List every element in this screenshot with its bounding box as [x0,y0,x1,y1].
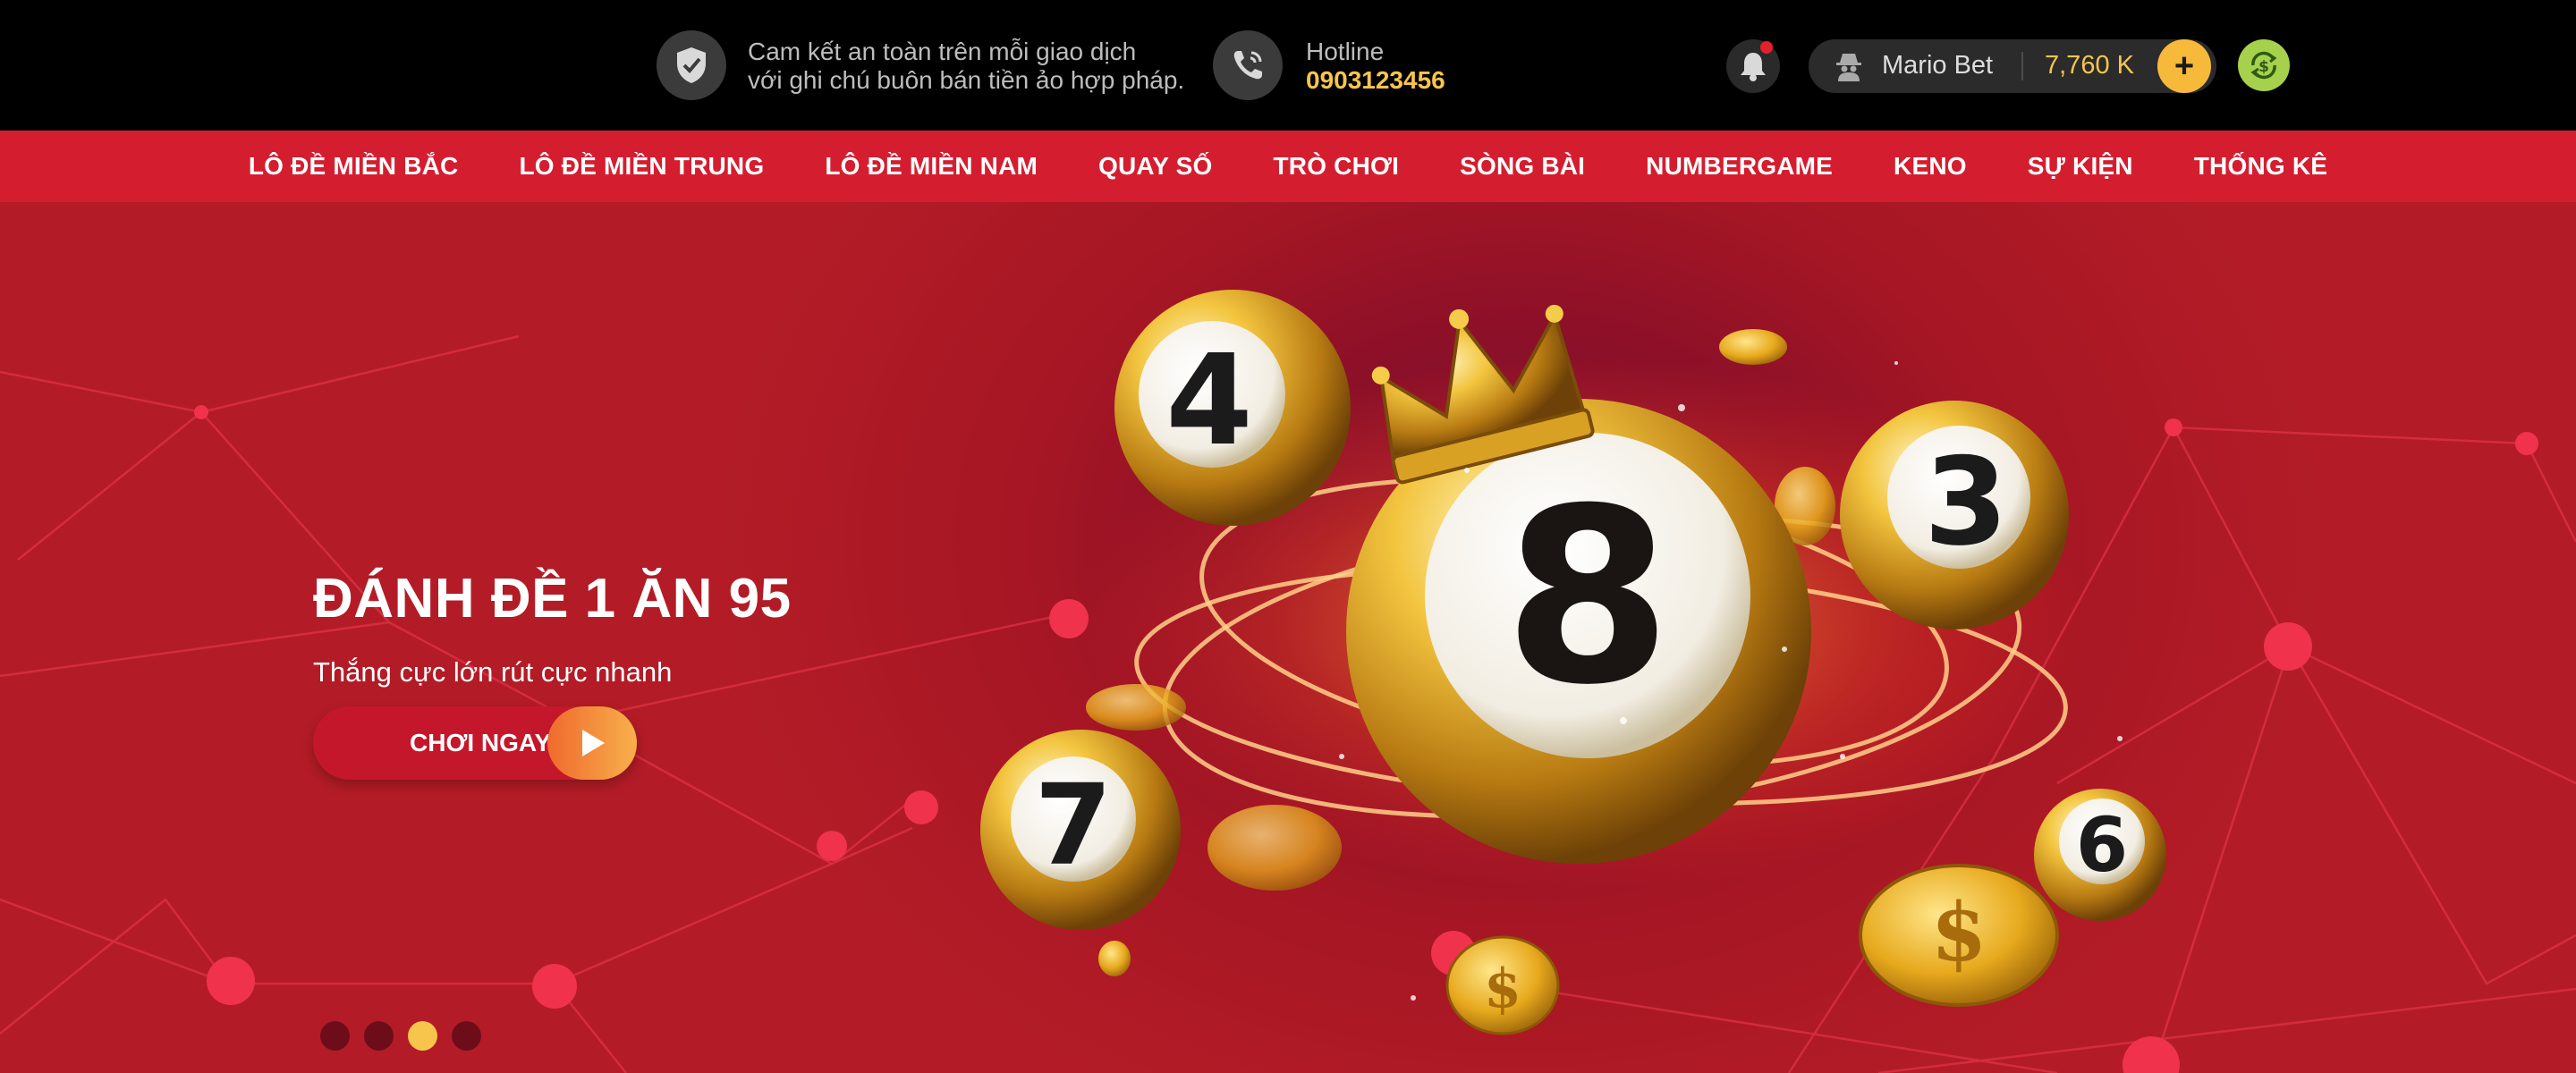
slide-dot-1[interactable] [320,1021,350,1051]
ball-number: 3 [1924,432,2008,572]
nav-numbergame[interactable]: NUMBERGAME [1615,152,1863,181]
ball-number: 4 [1165,328,1252,474]
play-now-label: CHƠI NGAY [410,729,552,756]
lottery-ball-7: 7 [980,730,1181,930]
play-now-button[interactable]: CHƠI NGAY [313,706,637,780]
ball-number: 8 [1504,456,1672,738]
slide-dot-2[interactable] [364,1021,394,1051]
main-nav: LÔ ĐỀ MIỀN BẮC LÔ ĐỀ MIỀN TRUNG LÔ ĐỀ MI… [0,131,2576,202]
trust-message: Cam kết an toàn trên mỗi giao dịch với g… [748,38,1184,95]
notification-dot [1760,41,1773,54]
lottery-ball-3: 3 [1840,401,2069,629]
nav-lo-de-mien-nam[interactable]: LÔ ĐỀ MIỀN NAM [794,152,1068,181]
svg-text:$: $ [1484,958,1521,1020]
hotline-label: Hotline [1306,38,1385,65]
nav-song-bai[interactable]: SÒNG BÀI [1429,152,1615,181]
ball-number: 6 [2076,801,2128,889]
nav-lo-de-mien-trung[interactable]: LÔ ĐỀ MIỀN TRUNG [488,152,794,181]
plus-icon: + [2174,46,2195,85]
hero-subtitle: Thắng cực lớn rút cực nhanh [313,656,673,688]
slide-dot-3[interactable] [408,1021,437,1051]
lottery-ball-4: 4 [1114,290,1351,526]
shield-check-icon [657,30,726,100]
lottery-ball-6: 6 [2034,789,2166,921]
phone-icon[interactable] [1213,30,1283,100]
svg-text:$: $ [2258,58,2269,76]
nav-lo-de-mien-bac[interactable]: LÔ ĐỀ MIỀN BẮC [218,152,489,181]
notification-button[interactable] [1726,39,1780,93]
bell-icon [1741,53,1766,81]
nav-tro-choi[interactable]: TRÒ CHƠI [1243,152,1430,181]
username: Mario Bet [1882,51,1994,80]
top-bar: Cam kết an toàn trên mỗi giao dịch với g… [0,0,2576,131]
account-bar[interactable]: Mario Bet 7,760 K [1809,39,2216,93]
nav-keno[interactable]: KENO [1863,152,1997,181]
play-icon [547,706,637,780]
money-exchange-icon: $ [2250,51,2277,80]
nav-quay-so[interactable]: QUAY SỐ [1068,152,1242,181]
slide-dot-4[interactable] [452,1021,481,1051]
hotline-number[interactable]: 0903123456 [1306,66,1445,95]
user-spy-icon [1836,54,1861,81]
slider-pagination [320,1021,481,1051]
money-exchange-button[interactable]: $ [2238,39,2290,91]
trust-line-2: với ghi chú buôn bán tiền ảo hợp pháp. [748,66,1185,94]
ball-number: 7 [1035,761,1113,891]
balance: 7,760 K [2045,51,2134,80]
deposit-button[interactable]: + [2157,39,2211,93]
account-divider [2021,52,2023,80]
hero-artwork: $ $ 4 3 7 6 8 [0,290,2576,1073]
nav-su-kien[interactable]: SỰ KIỆN [1997,152,2164,181]
hero-banner: $ $ 4 3 7 6 8 ĐÁNH ĐỀ 1 ĂN 95 Thắng cực … [0,202,2576,1073]
trust-line-1: Cam kết an toàn trên mỗi giao dịch [748,38,1137,65]
nav-thong-ke[interactable]: THỐNG KÊ [2164,152,2358,181]
hero-title: ĐÁNH ĐỀ 1 ĂN 95 [313,568,792,629]
svg-text:$: $ [1931,885,1987,980]
